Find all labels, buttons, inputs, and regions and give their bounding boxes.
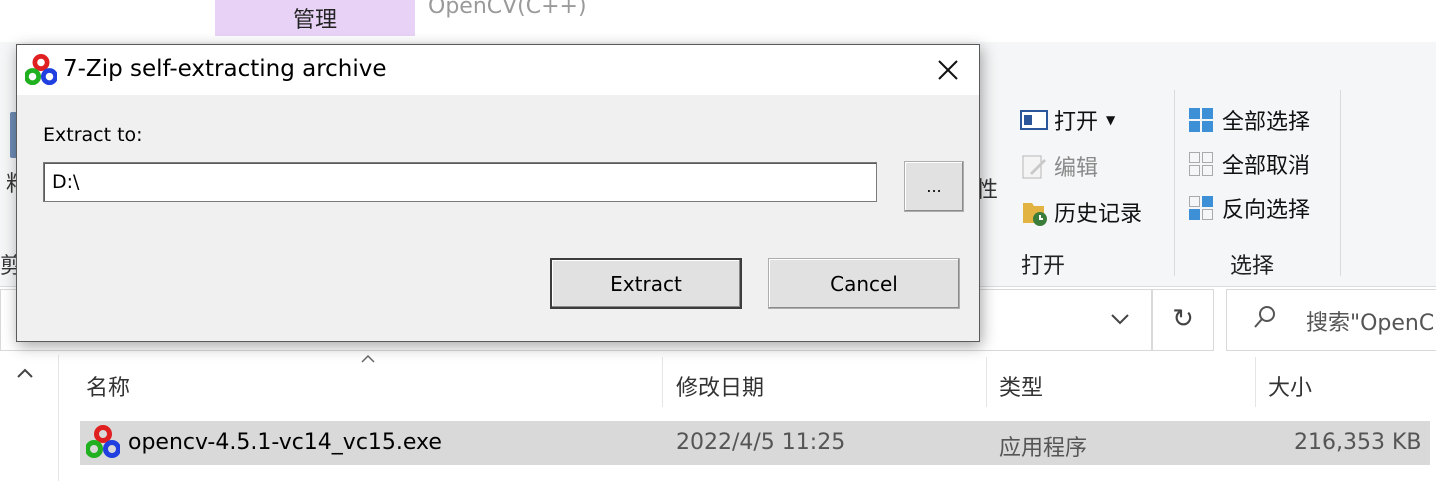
search-input[interactable]: 搜索"OpenC [1306,305,1434,337]
ribbon-tab-manage[interactable]: 管理 [215,0,415,36]
cancel-button[interactable]: Cancel [768,258,960,309]
opencv-app-icon [24,54,58,86]
edit-label: 编辑 [1054,156,1099,181]
column-header-name[interactable]: 名称 [86,370,130,402]
history-icon [1020,199,1047,226]
file-type: 应用程序 [999,436,1088,461]
refresh-button[interactable]: ↻ [1155,291,1211,347]
sort-ascending-icon [360,352,376,368]
sfx-dialog: 7-Zip self-extracting archive Extract to… [16,44,980,342]
open-icon [1020,107,1048,133]
select-none-icon [1188,151,1214,177]
browse-button[interactable]: ... [904,161,964,212]
select-all-icon [1188,107,1214,133]
select-all-button[interactable]: 全部选择 [1188,104,1310,136]
open-dropdown-icon[interactable]: ▼ [1106,113,1115,127]
column-separator[interactable] [986,357,987,407]
close-button[interactable] [923,47,973,93]
invert-selection-icon [1188,195,1214,221]
invert-selection-button[interactable]: 反向选择 [1188,192,1310,224]
close-icon [938,60,958,80]
extract-path-input[interactable] [43,162,877,202]
select-all-label: 全部选择 [1222,110,1311,135]
history-button[interactable]: 历史记录 [1020,196,1142,228]
window-title: OpenCV(C++) [428,0,587,19]
history-label: 历史记录 [1054,202,1143,227]
open-button[interactable]: 打开 ▼ [1020,104,1115,136]
file-date: 2022/4/5 11:25 [676,430,846,455]
extract-to-label: Extract to: [43,124,143,146]
column-separator[interactable] [1255,357,1256,407]
chevron-down-icon [1111,314,1129,325]
file-name[interactable]: opencv-4.5.1-vc14_vc15.exe [128,430,442,455]
ribbon-separator [1174,90,1175,276]
address-dropdown-button[interactable] [1092,291,1148,347]
edit-button[interactable]: 编辑 [1020,150,1098,182]
open-group-label: 打开 [1021,254,1066,279]
column-header-type[interactable]: 类型 [999,370,1043,402]
nav-scroll-up-icon[interactable] [16,364,34,383]
select-group-label: 选择 [1230,254,1275,279]
opencv-app-icon [85,425,121,459]
pane-divider [58,355,59,481]
invert-selection-label: 反向选择 [1222,198,1311,223]
select-none-label: 全部取消 [1222,154,1311,179]
extract-button[interactable]: Extract [550,258,742,309]
open-label: 打开 [1054,110,1099,135]
select-none-button[interactable]: 全部取消 [1188,148,1310,180]
column-header-size[interactable]: 大小 [1268,370,1312,402]
dialog-title: 7-Zip self-extracting archive [63,56,387,82]
column-separator[interactable] [662,357,663,407]
search-icon [1252,304,1278,330]
edit-icon [1020,153,1046,179]
column-header-date[interactable]: 修改日期 [676,370,764,402]
ribbon-separator [1340,90,1341,276]
file-size: 216,353 KB [1294,430,1422,455]
